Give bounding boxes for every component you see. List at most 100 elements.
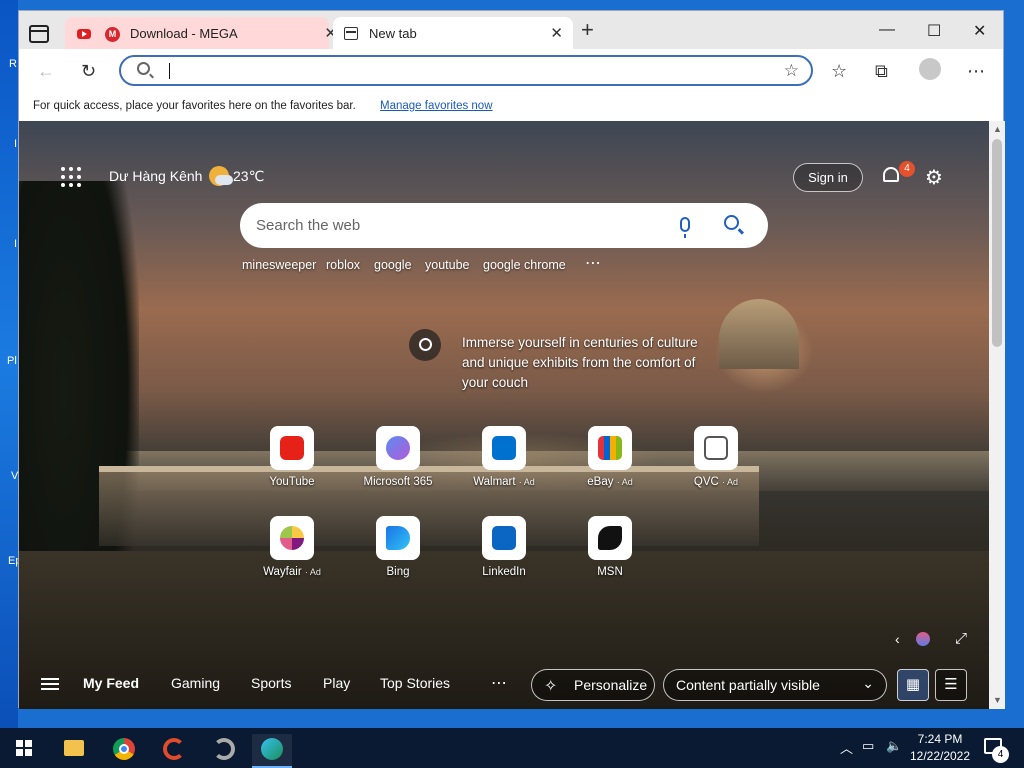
settings-menu-button[interactable]: ⋯ bbox=[967, 61, 985, 82]
more-tabs-button[interactable]: ⋯ bbox=[491, 673, 507, 693]
favorites-button[interactable]: ☆ bbox=[831, 61, 847, 82]
trending-search-link[interactable]: minesweeper bbox=[242, 258, 316, 272]
trending-search-link[interactable]: google bbox=[374, 258, 412, 272]
desktop-icon-label: R bbox=[9, 58, 17, 70]
ad-marker: · Ad bbox=[518, 477, 535, 487]
clock-time: 7:24 PM bbox=[917, 732, 963, 746]
image-search-icon[interactable] bbox=[409, 329, 441, 361]
system-clock[interactable]: 7:24 PM 12/22/2022 bbox=[908, 731, 972, 765]
tile-label: Walmart bbox=[473, 476, 516, 488]
youtube-icon bbox=[280, 436, 304, 460]
page-scrollbar[interactable]: ▲ ▼ bbox=[989, 121, 1005, 709]
quick-link-msn[interactable]: MSN bbox=[565, 516, 655, 578]
refresh-button[interactable]: ↻ bbox=[81, 61, 96, 82]
manage-favorites-link[interactable]: Manage favorites now bbox=[380, 100, 493, 112]
content-visibility-label: Content partially visible bbox=[676, 677, 820, 693]
ccleaner-icon[interactable] bbox=[154, 734, 194, 768]
new-tab-button[interactable]: + bbox=[581, 19, 594, 41]
expand-icon[interactable]: ⤢ bbox=[955, 630, 967, 647]
grid-view-button[interactable]: ▦ bbox=[897, 669, 929, 701]
add-favorite-icon[interactable]: ☆ bbox=[784, 61, 799, 81]
tab-gaming[interactable]: Gaming bbox=[171, 675, 220, 691]
address-bar[interactable]: ☆ bbox=[119, 55, 813, 86]
edge-icon[interactable] bbox=[252, 734, 292, 768]
msn-butterfly-icon bbox=[598, 526, 622, 550]
favorites-message: For quick access, place your favorites h… bbox=[33, 100, 356, 112]
linkedin-icon bbox=[492, 526, 516, 550]
tile-label: MSN bbox=[597, 566, 623, 578]
trending-search-link[interactable]: youtube bbox=[425, 258, 469, 272]
show-hidden-icons-icon[interactable]: ︿ bbox=[840, 738, 853, 757]
minimize-button[interactable]: — bbox=[879, 21, 895, 39]
gear-icon[interactable]: ⚙ bbox=[925, 165, 943, 190]
close-tab-icon[interactable]: ✕ bbox=[550, 24, 563, 42]
tile-label: Wayfair bbox=[263, 566, 302, 578]
quick-link-linkedin[interactable]: LinkedIn bbox=[459, 516, 549, 578]
chevron-down-icon: ⌄ bbox=[862, 675, 874, 691]
weather-temperature[interactable]: 23℃ bbox=[233, 168, 264, 185]
quick-link-bing[interactable]: Bing bbox=[353, 516, 443, 578]
tab-actions-icon[interactable] bbox=[29, 25, 49, 43]
background-info-text[interactable]: Immerse yourself in centuries of culture… bbox=[462, 333, 722, 393]
sign-in-button[interactable]: Sign in bbox=[793, 163, 863, 192]
tab-sports[interactable]: Sports bbox=[251, 675, 291, 691]
more-trending-button[interactable]: ⋯ bbox=[585, 253, 601, 273]
chrome-icon[interactable] bbox=[104, 734, 144, 768]
quick-link-qvc[interactable]: QVC · Ad bbox=[671, 426, 761, 488]
web-search-box[interactable]: Search the web bbox=[240, 203, 768, 248]
youtube-icon bbox=[77, 29, 91, 39]
bell-icon[interactable] bbox=[881, 165, 901, 187]
microphone-icon[interactable] bbox=[680, 217, 690, 238]
ad-marker: · Ad bbox=[304, 567, 321, 577]
walmart-icon bbox=[492, 436, 516, 460]
new-tab-page-icon bbox=[344, 27, 358, 40]
file-explorer-icon[interactable] bbox=[54, 734, 94, 768]
chevron-left-icon[interactable]: ‹ bbox=[895, 631, 900, 647]
new-tab-page: Dư Hàng Kênh 23℃ Sign in 4 ⚙ Search the … bbox=[19, 121, 989, 709]
apps-launcher-icon[interactable] bbox=[61, 167, 81, 187]
toolbar: ← ↻ ☆ ☆ ⧉ ⋯ bbox=[19, 49, 1003, 93]
tile-label: LinkedIn bbox=[482, 566, 526, 578]
tab-new-tab[interactable]: New tab ✕ bbox=[333, 17, 573, 49]
notification-badge: 4 bbox=[899, 161, 915, 177]
quick-link-wayfair[interactable]: Wayfair · Ad bbox=[247, 516, 337, 578]
tab-top-stories[interactable]: Top Stories bbox=[380, 675, 450, 691]
quick-link-youtube[interactable]: YouTube bbox=[247, 426, 337, 488]
quick-link-microsoft-365[interactable]: Microsoft 365 bbox=[353, 426, 443, 488]
profile-avatar[interactable] bbox=[919, 58, 941, 80]
windows-start-icon[interactable] bbox=[16, 740, 33, 757]
menu-icon[interactable] bbox=[41, 678, 59, 690]
bing-icon bbox=[386, 526, 410, 550]
taskbar: ︿ ▭ 🔈 7:24 PM 12/22/2022 4 bbox=[0, 728, 1024, 768]
trending-search-link[interactable]: google chrome bbox=[483, 258, 566, 272]
quick-link-ebay[interactable]: eBay · Ad bbox=[565, 426, 655, 488]
scroll-up-icon[interactable]: ▲ bbox=[993, 124, 1002, 134]
scrollbar-thumb[interactable] bbox=[992, 139, 1002, 347]
tab-title: New tab bbox=[369, 26, 417, 41]
maximize-button[interactable]: ☐ bbox=[927, 21, 941, 41]
weather-location[interactable]: Dư Hàng Kênh bbox=[109, 168, 202, 184]
partly-cloudy-icon bbox=[209, 166, 233, 186]
scroll-down-icon[interactable]: ▼ bbox=[993, 695, 1002, 705]
network-icon[interactable]: ▭ bbox=[862, 738, 874, 754]
favorites-bar: For quick access, place your favorites h… bbox=[19, 93, 1003, 121]
settings-tool-icon[interactable] bbox=[204, 734, 244, 768]
trending-search-link[interactable]: roblox bbox=[326, 258, 360, 272]
close-window-button[interactable]: ✕ bbox=[973, 21, 986, 41]
mega-icon: M bbox=[105, 27, 120, 42]
rewards-icon[interactable] bbox=[916, 632, 930, 646]
ad-marker: · Ad bbox=[722, 477, 739, 487]
back-button[interactable]: ← bbox=[37, 61, 55, 82]
tab-mega[interactable]: M Download - MEGA ✕ bbox=[65, 17, 337, 49]
ad-marker: · Ad bbox=[616, 477, 633, 487]
content-visibility-dropdown[interactable]: Content partially visible ⌄ bbox=[663, 669, 887, 701]
list-view-button[interactable]: ☰ bbox=[935, 669, 967, 701]
quick-link-walmart[interactable]: Walmart · Ad bbox=[459, 426, 549, 488]
tile-label: YouTube bbox=[269, 476, 315, 488]
tab-my-feed[interactable]: My Feed bbox=[83, 675, 139, 691]
search-icon[interactable] bbox=[724, 215, 739, 230]
tab-play[interactable]: Play bbox=[323, 675, 350, 691]
volume-muted-icon[interactable]: 🔈 bbox=[886, 738, 902, 754]
collections-button[interactable]: ⧉ bbox=[875, 61, 888, 82]
personalize-button[interactable]: ✧ Personalize bbox=[531, 669, 655, 701]
